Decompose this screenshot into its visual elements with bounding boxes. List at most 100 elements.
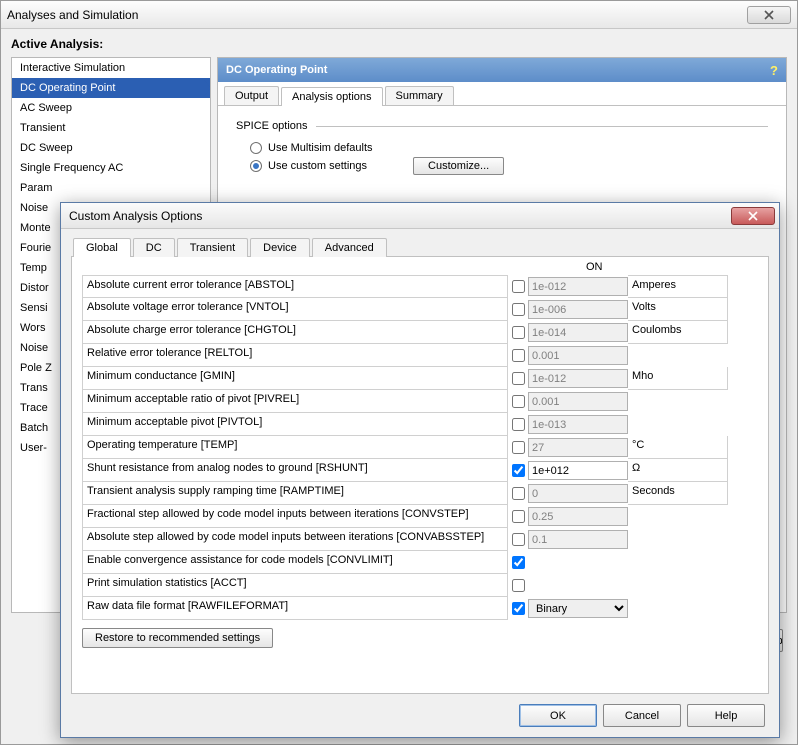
dialog-titlebar: Custom Analysis Options [61,203,779,229]
option-row: Minimum acceptable pivot [PIVTOL] [82,413,758,436]
option-checkbox[interactable] [512,579,525,592]
analysis-list-item[interactable]: Param [12,178,210,198]
option-unit [628,597,728,620]
option-unit [628,551,728,574]
option-input[interactable] [528,438,628,457]
option-checkbox-cell [508,395,528,408]
option-input[interactable] [528,484,628,503]
option-label: Absolute current error tolerance [ABSTOL… [82,275,508,298]
option-row: Print simulation statistics [ACCT] [82,574,758,597]
analysis-list-item[interactable]: Transient [12,118,210,138]
options-panel: ON Absolute current error tolerance [ABS… [71,257,769,694]
option-label: Raw data file format [RAWFILEFORMAT] [82,597,508,620]
option-checkbox[interactable] [512,510,525,523]
option-input[interactable] [528,507,628,526]
option-label: Relative error tolerance [RELTOL] [82,344,508,367]
option-select[interactable]: Binary [528,599,628,618]
option-row: Operating temperature [TEMP] °C [82,436,758,459]
option-value-cell [528,507,628,526]
option-input[interactable] [528,300,628,319]
option-unit [628,390,728,413]
customize-button[interactable]: Customize... [413,157,504,175]
option-unit: Amperes [628,275,728,298]
option-unit [628,505,728,528]
help-button[interactable]: Help [687,704,765,727]
option-input[interactable] [528,461,628,480]
option-unit: °C [628,436,728,459]
option-checkbox-cell [508,372,528,385]
option-checkbox[interactable] [512,349,525,362]
option-checkbox-cell [508,510,528,523]
dialog-close-button[interactable] [731,207,775,225]
option-value-cell [528,369,628,388]
option-input[interactable] [528,369,628,388]
analysis-list-item[interactable]: AC Sweep [12,98,210,118]
option-checkbox-cell [508,533,528,546]
option-input[interactable] [528,392,628,411]
option-checkbox[interactable] [512,372,525,385]
restore-button[interactable]: Restore to recommended settings [82,628,273,648]
option-checkbox[interactable] [512,487,525,500]
dc-panel-title: DC Operating Point [226,64,327,76]
option-unit: Ω [628,459,728,482]
analysis-list-item[interactable]: DC Operating Point [12,78,210,98]
option-checkbox[interactable] [512,303,525,316]
option-input[interactable] [528,530,628,549]
dc-tab-strip: OutputAnalysis optionsSummary [218,82,786,106]
option-checkbox[interactable] [512,464,525,477]
dc-tab[interactable]: Analysis options [281,87,383,106]
option-checkbox-cell [508,326,528,339]
ok-button[interactable]: OK [519,704,597,727]
dc-panel-header: DC Operating Point ? [218,58,786,82]
dc-tab[interactable]: Output [224,86,279,105]
option-input[interactable] [528,415,628,434]
dialog-tab[interactable]: Global [73,238,131,257]
option-checkbox[interactable] [512,280,525,293]
analysis-list-item[interactable]: Interactive Simulation [12,58,210,78]
dialog-tab[interactable]: DC [133,238,175,257]
option-row: Raw data file format [RAWFILEFORMAT] Bina… [82,597,758,620]
option-checkbox-cell [508,487,528,500]
option-value-cell [528,346,628,365]
cancel-button[interactable]: Cancel [603,704,681,727]
option-row: Absolute voltage error tolerance [VNTOL]… [82,298,758,321]
option-checkbox[interactable] [512,441,525,454]
dialog-tab-strip: GlobalDCTransientDeviceAdvanced [71,237,769,257]
dialog-tab[interactable]: Device [250,238,310,257]
main-window-title: Analyses and Simulation [7,8,138,22]
option-label: Print simulation statistics [ACCT] [82,574,508,597]
help-icon[interactable]: ? [770,63,778,78]
option-input[interactable] [528,277,628,296]
option-label: Absolute step allowed by code model inpu… [82,528,508,551]
option-checkbox[interactable] [512,326,525,339]
option-row: Enable convergence assistance for code m… [82,551,758,574]
dc-tab-content: SPICE options Use Multisim defaults Use … [218,106,786,192]
radio-custom[interactable]: Use custom settings Customize... [250,157,768,175]
option-label: Operating temperature [TEMP] [82,436,508,459]
dialog-tab[interactable]: Advanced [312,238,387,257]
main-close-button[interactable] [747,6,791,24]
option-checkbox[interactable] [512,395,525,408]
option-row: Absolute current error tolerance [ABSTOL… [82,275,758,298]
option-checkbox[interactable] [512,602,525,615]
dc-tab[interactable]: Summary [385,86,454,105]
option-unit [628,413,728,436]
option-input[interactable] [528,323,628,342]
option-checkbox[interactable] [512,418,525,431]
option-input[interactable] [528,346,628,365]
option-value-cell [528,323,628,342]
option-value-cell [528,300,628,319]
custom-analysis-dialog: Custom Analysis Options GlobalDCTransien… [60,202,780,738]
dialog-body: GlobalDCTransientDeviceAdvanced ON Absol… [61,229,779,737]
option-checkbox-cell [508,556,528,569]
on-column-header: ON [586,261,603,273]
analysis-list-item[interactable]: DC Sweep [12,138,210,158]
option-unit [628,574,728,597]
option-checkbox[interactable] [512,533,525,546]
radio-icon [250,142,262,154]
dialog-tab[interactable]: Transient [177,238,248,257]
option-row: Minimum conductance [GMIN]Mho [82,367,758,390]
option-checkbox[interactable] [512,556,525,569]
radio-defaults[interactable]: Use Multisim defaults [250,142,768,154]
analysis-list-item[interactable]: Single Frequency AC [12,158,210,178]
